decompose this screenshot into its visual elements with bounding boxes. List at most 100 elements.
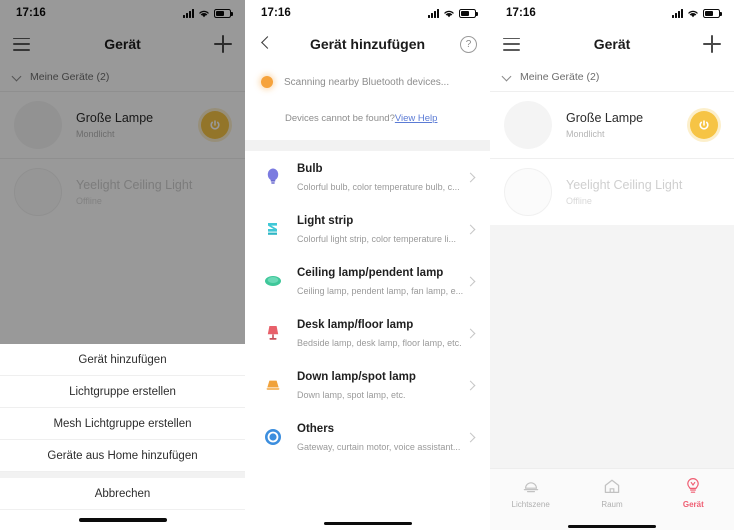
category-title: Bulb bbox=[297, 163, 323, 175]
device-list: Meine Geräte (2) Große Lampe Mondlicht Y… bbox=[490, 62, 734, 225]
action-sheet-item-lichtgruppe-erstellen[interactable]: Lichtgruppe erstellen bbox=[0, 376, 245, 408]
category-title: Others bbox=[297, 423, 335, 435]
category-text: Ceiling lamp/pendent lamp Ceiling lamp, … bbox=[297, 263, 463, 299]
category-description: Gateway, curtain motor, voice assistant.… bbox=[297, 442, 461, 452]
status-bar: 17:16 bbox=[490, 0, 734, 26]
chevron-left-icon[interactable] bbox=[258, 35, 276, 53]
status-bar-icons bbox=[672, 8, 722, 18]
category-row-desk-lamp[interactable]: Desk lamp/floor lamp Bedside lamp, desk … bbox=[245, 307, 490, 359]
battery-icon bbox=[703, 8, 722, 18]
device-row-grosse-lampe[interactable]: Große Lampe Mondlicht bbox=[490, 92, 734, 158]
category-description: Down lamp, spot lamp, etc. bbox=[297, 390, 406, 400]
category-description: Bedside lamp, desk lamp, floor lamp, etc… bbox=[297, 338, 462, 348]
navigation-bar: Gerät hinzufügen ? bbox=[245, 26, 490, 62]
wifi-icon bbox=[443, 9, 455, 18]
group-header-meine-geraete[interactable]: Meine Geräte (2) bbox=[490, 62, 734, 91]
category-row-others[interactable]: Others Gateway, curtain motor, voice ass… bbox=[245, 411, 490, 463]
device-status: Offline bbox=[566, 196, 592, 206]
chevron-right-icon bbox=[466, 328, 476, 338]
chevron-down-icon bbox=[503, 73, 511, 81]
three-panel-screenshot: 17:16 Gerät Meine Geräte (2) Große Lampe… bbox=[0, 0, 734, 530]
add-device-body: Scanning nearby Bluetooth devices... Dev… bbox=[245, 62, 490, 530]
tab-raum[interactable]: Raum bbox=[571, 477, 652, 509]
device-text: Yeelight Ceiling Light Offline bbox=[566, 178, 718, 206]
device-list-body: Meine Geräte (2) Große Lampe Mondlicht Y… bbox=[490, 62, 734, 530]
bulb-icon bbox=[263, 167, 283, 187]
category-text: Down lamp/spot lamp Down lamp, spot lamp… bbox=[297, 367, 452, 403]
signal-icon bbox=[672, 8, 683, 18]
section-gap bbox=[245, 140, 490, 151]
chevron-right-icon bbox=[466, 432, 476, 442]
devices-not-found-row: Devices cannot be found?View Help bbox=[261, 113, 474, 124]
action-sheet: Gerät hinzufügen Lichtgruppe erstellen M… bbox=[0, 344, 245, 530]
page-title: Gerät hinzufügen bbox=[309, 36, 426, 52]
status-bar-icons bbox=[428, 8, 478, 18]
devices-not-found-text: Devices cannot be found? bbox=[285, 113, 395, 124]
device-avatar bbox=[504, 168, 552, 216]
tab-label: Gerät bbox=[682, 500, 704, 509]
battery-icon bbox=[459, 8, 478, 18]
device-text: Große Lampe Mondlicht bbox=[566, 111, 676, 139]
scanning-status-text: Scanning nearby Bluetooth devices... bbox=[284, 76, 450, 88]
chevron-right-icon bbox=[466, 380, 476, 390]
scanning-card: Scanning nearby Bluetooth devices... Dev… bbox=[245, 62, 490, 140]
power-toggle-button[interactable] bbox=[690, 111, 718, 139]
category-title: Desk lamp/floor lamp bbox=[297, 319, 414, 331]
device-category-list: Bulb Colorful bulb, color temperature bu… bbox=[245, 151, 490, 530]
scanning-status-row: Scanning nearby Bluetooth devices... bbox=[261, 76, 474, 88]
category-row-light-strip[interactable]: Light strip Colorful light strip, color … bbox=[245, 203, 490, 255]
action-sheet-item-geraet-hinzufuegen[interactable]: Gerät hinzufügen bbox=[0, 344, 245, 376]
status-bar: 17:16 bbox=[245, 0, 490, 26]
ceiling-lamp-icon bbox=[263, 274, 283, 288]
panel-add-device: 17:16 Gerät hinzufügen ? Scanning nearby… bbox=[245, 0, 490, 530]
home-indicator bbox=[245, 521, 490, 525]
status-bar-time: 17:16 bbox=[506, 7, 536, 19]
action-sheet-item-geraete-aus-home-hinzufuegen[interactable]: Geräte aus Home hinzufügen bbox=[0, 440, 245, 472]
view-help-link[interactable]: View Help bbox=[395, 113, 438, 124]
chevron-right-icon bbox=[466, 276, 476, 286]
panel-device-list: 17:16 Gerät Meine Geräte (2) Große Lampe… bbox=[490, 0, 734, 530]
navigation-bar: Gerät bbox=[490, 26, 734, 62]
category-row-down-lamp[interactable]: Down lamp/spot lamp Down lamp, spot lamp… bbox=[245, 359, 490, 411]
category-text: Others Gateway, curtain motor, voice ass… bbox=[297, 419, 460, 455]
hamburger-icon[interactable] bbox=[503, 37, 520, 51]
home-indicator bbox=[490, 524, 734, 528]
status-bar-time: 17:16 bbox=[261, 7, 291, 19]
device-name: Große Lampe bbox=[566, 111, 644, 125]
home-icon bbox=[603, 477, 621, 495]
category-row-bulb[interactable]: Bulb Colorful bulb, color temperature bu… bbox=[245, 151, 490, 203]
page-title: Gerät bbox=[593, 36, 631, 52]
others-icon bbox=[263, 428, 283, 446]
desk-lamp-icon bbox=[263, 323, 283, 343]
scene-icon bbox=[522, 477, 540, 495]
tab-lichtszene[interactable]: Lichtszene bbox=[490, 477, 571, 509]
category-description: Colorful light strip, color temperature … bbox=[297, 234, 457, 244]
action-sheet-item-mesh-lichtgruppe-erstellen[interactable]: Mesh Lichtgruppe erstellen bbox=[0, 408, 245, 440]
category-title: Ceiling lamp/pendent lamp bbox=[297, 267, 444, 279]
signal-icon bbox=[428, 8, 439, 18]
category-title: Down lamp/spot lamp bbox=[297, 371, 416, 383]
question-mark-icon[interactable]: ? bbox=[460, 35, 477, 53]
tab-geraet[interactable]: Gerät bbox=[653, 477, 734, 509]
group-label: Meine Geräte (2) bbox=[520, 71, 600, 83]
wifi-icon bbox=[687, 9, 699, 18]
tab-label: Lichtszene bbox=[511, 500, 550, 509]
device-row-yeelight-ceiling-light[interactable]: Yeelight Ceiling Light Offline bbox=[490, 159, 734, 225]
bottom-tab-bar: Lichtszene Raum Gerät bbox=[490, 468, 734, 530]
action-sheet-cancel-button[interactable]: Abbrechen bbox=[0, 478, 245, 510]
bulb-outline-icon bbox=[684, 477, 702, 495]
category-row-ceiling-lamp[interactable]: Ceiling lamp/pendent lamp Ceiling lamp, … bbox=[245, 255, 490, 307]
category-title: Light strip bbox=[297, 215, 354, 227]
tab-label: Raum bbox=[601, 500, 623, 509]
chevron-right-icon bbox=[466, 224, 476, 234]
down-lamp-icon bbox=[263, 378, 283, 392]
category-description: Ceiling lamp, pendent lamp, fan lamp, e.… bbox=[297, 286, 464, 296]
chevron-right-icon bbox=[466, 172, 476, 182]
plus-icon[interactable] bbox=[703, 35, 721, 53]
category-description: Colorful bulb, color temperature bulb, c… bbox=[297, 182, 460, 192]
scanning-indicator-icon bbox=[261, 76, 273, 88]
device-name: Yeelight Ceiling Light bbox=[566, 178, 683, 192]
category-text: Desk lamp/floor lamp Bedside lamp, desk … bbox=[297, 315, 462, 351]
device-avatar bbox=[504, 101, 552, 149]
category-text: Light strip Colorful light strip, color … bbox=[297, 211, 456, 247]
